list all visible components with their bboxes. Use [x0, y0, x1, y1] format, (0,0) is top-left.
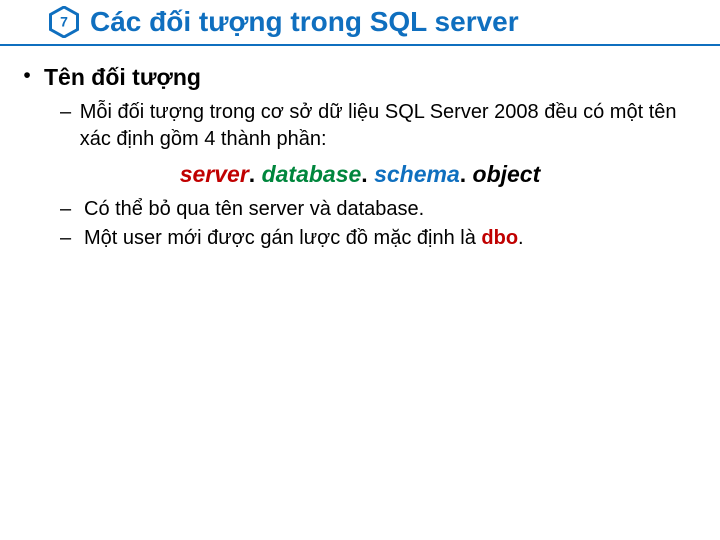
section-heading: Tên đối tượng — [44, 62, 201, 93]
slide-content: • Tên đối tượng – Mỗi đối tượng trong cơ… — [0, 62, 720, 252]
naming-separator: . — [249, 161, 262, 187]
bullet-dash-icon: – — [60, 99, 72, 153]
naming-separator: . — [460, 161, 473, 187]
bullet-level-1: • Tên đối tượng — [18, 62, 702, 93]
sub-point-3-post: . — [518, 227, 524, 249]
naming-part-schema: schema — [374, 161, 460, 187]
sub-point-3: Một user mới được gán lược đồ mặc định l… — [84, 225, 524, 252]
bullet-level-2: – Có thể bỏ qua tên server và database. — [18, 196, 702, 223]
header-separator — [0, 44, 720, 46]
sub-point-1: Mỗi đối tượng trong cơ sở dữ liệu SQL Se… — [80, 99, 702, 153]
bullet-level-2: – Một user mới được gán lược đồ mặc định… — [18, 225, 702, 252]
slide-title: Các đối tượng trong SQL server — [90, 6, 519, 38]
naming-separator: . — [361, 161, 374, 187]
object-naming-format: server. database. schema. object — [18, 159, 702, 190]
bullet-dash-icon: – — [60, 196, 76, 223]
naming-part-database: database — [262, 161, 362, 187]
bullet-dash-icon: – — [60, 225, 76, 252]
slide-number-badge: 7 — [48, 6, 80, 38]
naming-part-object: object — [473, 161, 541, 187]
bullet-level-2: – Mỗi đối tượng trong cơ sở dữ liệu SQL … — [18, 99, 702, 153]
slide-header: 7 Các đối tượng trong SQL server — [0, 0, 720, 42]
naming-part-server: server — [180, 161, 249, 187]
sub-point-3-pre: Một user mới được gán lược đồ mặc định l… — [84, 227, 481, 249]
dbo-keyword: dbo — [481, 227, 518, 249]
slide-number: 7 — [60, 13, 68, 29]
bullet-dot-icon: • — [18, 62, 36, 93]
sub-point-2: Có thể bỏ qua tên server và database. — [84, 196, 424, 223]
